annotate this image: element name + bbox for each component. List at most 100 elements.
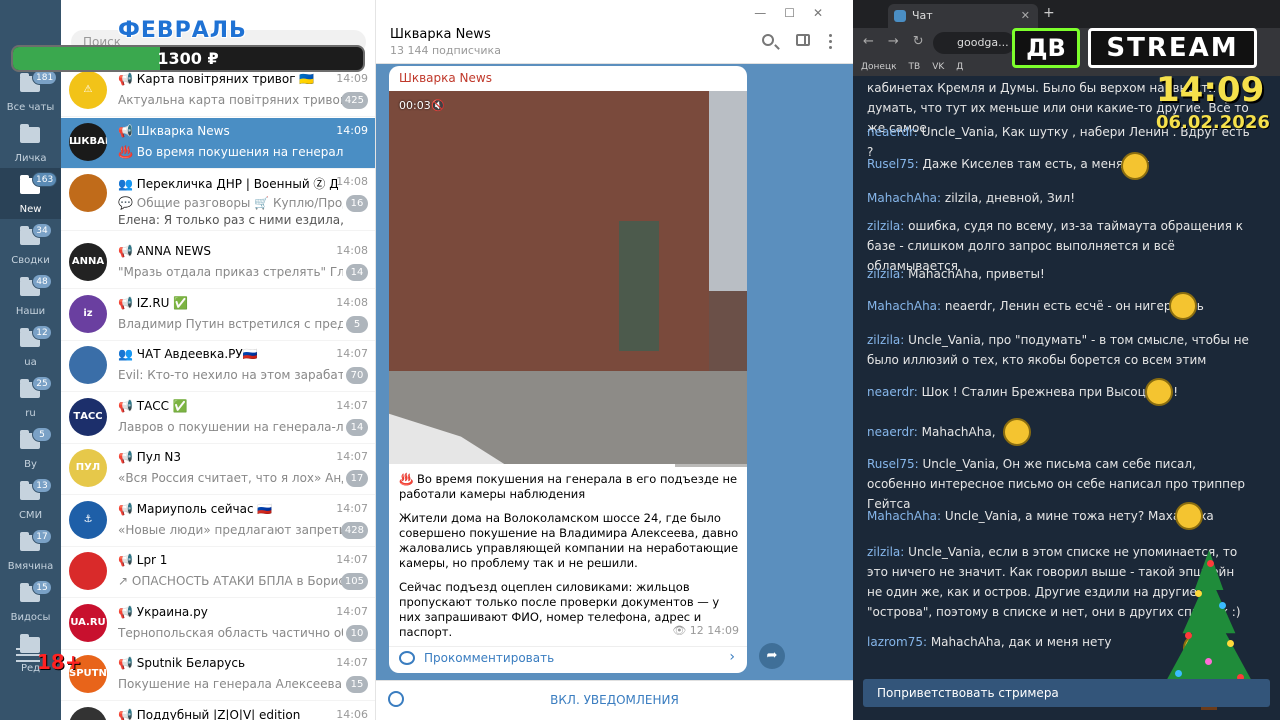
folder-label: Вмячина — [7, 561, 54, 572]
folder-9[interactable]: 17 Вмячина — [0, 525, 61, 576]
unread-badge: 14 — [346, 264, 368, 281]
chat-item[interactable]: 📢 Lpr 1 14:07 ↗ ОПАСНОСТЬ АТАКИ БПЛА в Бор… — [61, 547, 375, 598]
video-timestamp: 00:03 — [399, 99, 431, 112]
chat-username[interactable]: Rusel75: — [867, 157, 919, 171]
chat-text: Даже Киселев там есть, а меня нет — [922, 157, 1150, 171]
chat-text: zilzila, дневной, Зил! — [944, 191, 1076, 205]
folder-0[interactable]: 181 Все чаты — [0, 66, 61, 117]
chat-item[interactable]: ПУЛ 03 📢 Пул N3 14:07 «Вся Россия считает, … — [61, 444, 375, 495]
video-progress-bar[interactable] — [389, 464, 747, 467]
avatar: ⚠ — [69, 71, 107, 109]
unread-badge: 5 — [346, 315, 368, 333]
bookmark-item[interactable]: ТВ — [909, 62, 921, 72]
chat-time: 14:08 — [336, 295, 368, 309]
post-video[interactable]: 00:03 🔇 — [389, 91, 747, 467]
avatar: ШКВАРКА — [69, 122, 107, 161]
chat-username[interactable]: zilzila: — [867, 333, 904, 347]
channel-title[interactable]: Шкварка News — [390, 27, 491, 42]
folder-3[interactable]: 34 Сводки — [0, 219, 61, 270]
navigation-buttons[interactable]: ←→↻ — [863, 34, 938, 49]
chat-message: zilzila: MahachAha, приветы! — [867, 264, 1252, 284]
logo-left: ДВ — [1012, 28, 1080, 68]
chat-time: 14:07 — [336, 398, 368, 412]
window-controls[interactable]: —☐✕ — [754, 6, 841, 20]
chat-username[interactable]: neaerdr: — [867, 125, 918, 139]
chat-item[interactable]: UA.RU 📢 Украина.ру 14:07 Тернопольская обла… — [61, 599, 375, 650]
chat-username[interactable]: zilzila: — [867, 545, 904, 559]
folder-10[interactable]: 15 Видосы — [0, 576, 61, 627]
post-text: ♨️ Во время покушения на генерала в его … — [399, 472, 739, 649]
folder-badge: 163 — [32, 172, 58, 187]
chat-username[interactable]: zilzila: — [867, 267, 904, 281]
url-input[interactable]: goodga... — [933, 32, 1015, 54]
chat-username[interactable]: lazrom75: — [867, 635, 927, 649]
tree-ornament — [1195, 590, 1202, 597]
chat-username[interactable]: MahachAha: — [867, 299, 941, 313]
chat-item[interactable]: SPUTNIK📢 Sputnik Беларусь14:07Покушение … — [61, 650, 375, 701]
share-button[interactable]: ➦ — [759, 643, 785, 669]
chat-preview: «Новые люди» предлагают запретить... — [118, 522, 343, 537]
folder-8[interactable]: 13 СМИ — [0, 474, 61, 525]
new-tab-icon[interactable]: + — [1043, 5, 1055, 21]
overlay-month: ФЕВРАЛЬ — [118, 18, 247, 43]
avatar — [69, 174, 107, 212]
chat-item[interactable]: ANNA 📢 ANNA NEWS 14:08 "Мразь отдала приказ… — [61, 238, 375, 289]
telegram-window: 181 Все чаты Личка 163 New 34 Сводки 48 Наши 12 ua… — [0, 0, 853, 720]
chat-item[interactable]: 📢 Поддубный |Z|O|V| edition 14:06 — [61, 702, 375, 720]
chat-preview: Тернопольская область частично обе... — [118, 625, 343, 640]
overlay-date: 06.02.2026 — [1156, 112, 1270, 133]
greet-streamer-button[interactable]: Поприветствовать стримера — [863, 679, 1270, 707]
chat-username[interactable]: Rusel75: — [867, 457, 919, 471]
folder-label: Наши — [15, 306, 46, 317]
bookmark-item[interactable]: VK — [932, 62, 944, 72]
close-icon[interactable]: ✕ — [1021, 4, 1030, 28]
age-rating-label: 18+ — [37, 650, 82, 674]
avatar — [69, 346, 107, 384]
bookmark-item[interactable]: Д — [956, 62, 963, 72]
chat-item[interactable]: 👥 Перекличка ДНР | Военный Ⓩ Дон...14:08… — [61, 169, 375, 231]
chat-item[interactable]: ⚠ 📢 Карта повітряних тривог 🇺🇦 14:09 Актуал… — [61, 66, 375, 117]
folder-1[interactable]: Личка — [0, 117, 61, 168]
folder-5[interactable]: 12 ua — [0, 321, 61, 372]
chat-message: neaerdr: Шок ! Сталин Брежнева при Высоц… — [867, 382, 1252, 402]
chat-preview: Владимир Путин встретился с председ... — [118, 316, 343, 331]
bookmark-item[interactable]: Донецк — [861, 62, 897, 72]
enable-notifications-button[interactable]: ВКЛ. УВЕДОМЛЕНИЯ — [376, 693, 853, 707]
search-icon[interactable] — [762, 34, 774, 46]
chat-username[interactable]: neaerdr: — [867, 425, 918, 439]
chat-name: 📢 Мариуполь сейчас 🇷🇺 — [118, 501, 273, 516]
side-panel-icon[interactable] — [796, 34, 810, 46]
folder-badge: 17 — [32, 529, 52, 544]
comment-label: Прокомментировать — [424, 651, 555, 665]
chat-name: 👥 Перекличка ДНР | Военный Ⓩ Дон... — [118, 177, 338, 191]
tree-ornament — [1227, 640, 1234, 647]
chat-name: 📢 Карта повітряних тривог 🇺🇦 — [118, 72, 315, 86]
tab-chat[interactable]: Чат ✕ — [888, 4, 1038, 28]
chat-list: Поиск ⚠ 📢 Карта повітряних тривог 🇺🇦 14:09… — [61, 0, 376, 720]
chat-item[interactable]: ШКВАРКА 📢 Шкварка News 14:09 ♨️ Во время по… — [61, 117, 375, 169]
chat-item[interactable]: 👥 ЧАТ Авдеевка.РУ🇷🇺 14:07 Evil: Кто-то нех… — [61, 341, 375, 392]
chat-item[interactable]: ⚓ 📢 Мариуполь сейчас 🇷🇺 14:07 «Новые люди» … — [61, 496, 375, 547]
mute-icon[interactable]: 🔇 — [431, 99, 445, 112]
more-menu-icon[interactable] — [829, 34, 833, 50]
chat-username[interactable]: neaerdr: — [867, 385, 918, 399]
comment-button[interactable]: Прокомментировать › — [389, 646, 747, 673]
unread-badge: 70 — [346, 367, 368, 384]
unread-badge: 105 — [340, 573, 368, 590]
folder-4[interactable]: 48 Наши — [0, 270, 61, 321]
chat-item[interactable]: ТАСС 📢 ТАСС ✅ 14:07 Лавров о покушении на г… — [61, 393, 375, 444]
folder-6[interactable]: 25 ru — [0, 372, 61, 423]
folder-2[interactable]: 163 New — [0, 168, 61, 219]
folder-label: ua — [24, 357, 37, 368]
post-author[interactable]: Шкварка News — [399, 71, 492, 85]
chat-username[interactable]: MahachAha: — [867, 509, 941, 523]
chat-item[interactable]: iz 📢 IZ.RU ✅ 14:08 Владимир Путин встретилс… — [61, 290, 375, 341]
folder-7[interactable]: 5 By — [0, 423, 61, 474]
post-paragraph: ♨️ Во время покушения на генерала в его … — [399, 472, 738, 501]
chat-preview: Лавров о покушении на генерала-л... — [118, 419, 343, 434]
chat-preview: Актуальна карта повітряних тривог ... — [118, 93, 343, 107]
chat-time: 14:07 — [336, 604, 368, 618]
chat-username[interactable]: MahachAha: — [867, 191, 941, 205]
screen: { "telegram": { "folders": [ {"label": "… — [0, 0, 1280, 720]
chat-username[interactable]: zilzila: — [867, 219, 904, 233]
